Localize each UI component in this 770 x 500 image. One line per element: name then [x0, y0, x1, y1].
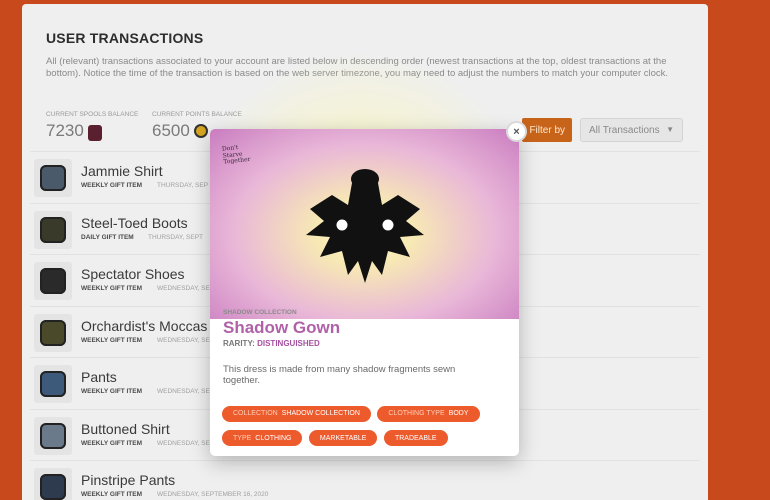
tag-value: TRADEABLE	[394, 434, 437, 442]
tag-value: BODY	[448, 410, 469, 417]
tag-clothing-type[interactable]: CLOTHING TYPE BODY	[377, 405, 480, 422]
item-description: This dress is made from many shadow frag…	[223, 364, 456, 386]
close-icon: ×	[513, 125, 520, 138]
item-tags: COLLECTION SHADOW COLLECTION CLOTHING TY…	[222, 402, 512, 451]
tag-key: CLOTHING TYPE	[388, 410, 445, 417]
item-detail-modal: Don't Starve Together SHADOW COLLECTION Sh…	[210, 129, 519, 456]
close-button[interactable]: ×	[506, 121, 527, 142]
game-logo: Don't Starve Together	[221, 144, 251, 166]
item-title: Shadow Gown	[223, 318, 341, 337]
tag-tradeable[interactable]: TRADEABLE	[383, 430, 448, 446]
tag-key: TYPE	[233, 434, 252, 442]
rarity-value: DISTINGUISHED	[257, 339, 320, 348]
rarity-line: RARITY: DISTINGUISHED	[223, 339, 320, 348]
tag-type[interactable]: TYPE CLOTHING	[222, 430, 303, 446]
tag-value: SHADOW COLLECTION	[281, 410, 360, 417]
tag-value: MARKETABLE	[319, 434, 367, 442]
shadow-gown-image	[306, 169, 424, 283]
rarity-label: RARITY:	[223, 339, 255, 348]
tag-marketable[interactable]: MARKETABLE	[308, 430, 378, 446]
tag-collection[interactable]: COLLECTION SHADOW COLLECTION	[222, 405, 371, 422]
tag-value: CLOTHING	[255, 434, 292, 442]
collection-label: SHADOW COLLECTION	[223, 309, 297, 316]
tag-key: COLLECTION	[233, 410, 278, 417]
